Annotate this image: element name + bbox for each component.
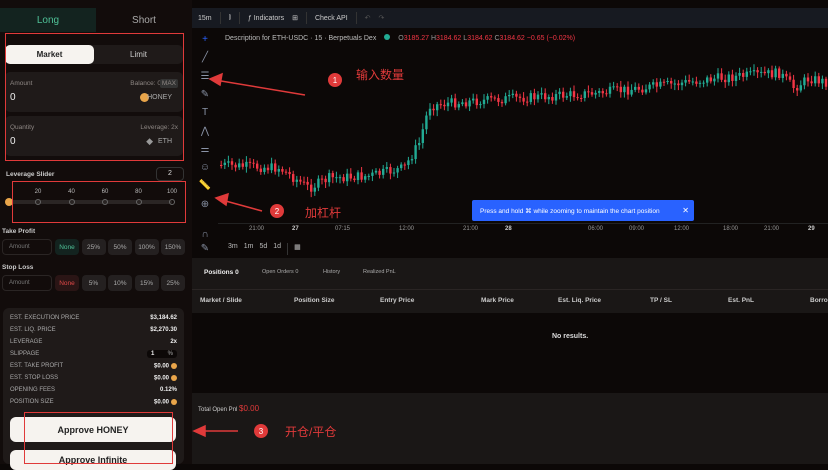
annotation-arrows: [192, 72, 306, 438]
annotation-marker-1: 1: [328, 73, 342, 87]
annotation-marker-3: 3: [254, 424, 268, 438]
annotation-text-2: 加杠杆: [305, 206, 342, 220]
annotation-text-1: 输入数量: [356, 68, 405, 82]
annotation-text-3: 开仓/平仓: [285, 425, 337, 439]
annotation-marker-2: 2: [270, 204, 284, 218]
